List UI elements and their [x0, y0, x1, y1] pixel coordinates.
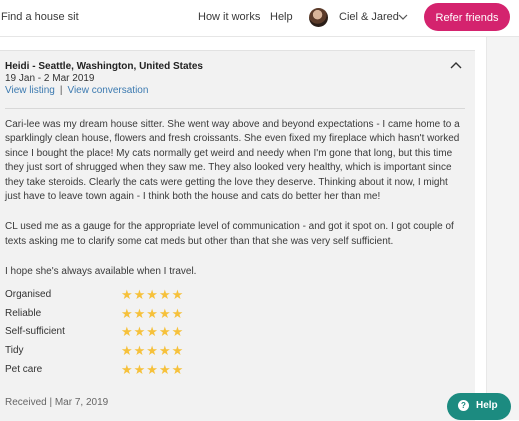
rating-row: Reliable ★★★★★ — [5, 306, 305, 325]
star-rating: ★★★★★ — [121, 324, 185, 340]
star-rating: ★★★★★ — [121, 287, 185, 302]
review-paragraph: CL used me as a gauge for the appropriat… — [5, 221, 454, 247]
rating-row: Self-sufficient ★★★★★ — [5, 324, 305, 343]
divider — [5, 108, 465, 109]
received-date: Received | Mar 7, 2019 — [5, 397, 109, 408]
review-body: Cari-lee was my dream house sitter. She … — [5, 118, 461, 280]
review-links: View listing | View conversation — [5, 85, 148, 96]
rating-label: Tidy — [5, 345, 24, 357]
right-gutter — [486, 37, 519, 420]
star-rating: ★★★★★ — [121, 343, 185, 359]
rating-label: Organised — [5, 289, 52, 300]
link-separator: | — [59, 85, 63, 96]
rating-row: Organised ★★★★★ — [5, 287, 305, 306]
refer-friends-button[interactable]: Refer friends — [424, 3, 510, 31]
star-rating: ★★★★★ — [121, 305, 185, 321]
rating-label: Pet care — [5, 363, 43, 375]
avatar[interactable] — [309, 8, 328, 27]
find-house-sit-link[interactable]: Find a house sit — [1, 11, 79, 23]
reviewer-name: Heidi - Seattle, Washington, United Stat… — [5, 61, 203, 72]
question-icon: ? — [458, 400, 469, 411]
help-link[interactable]: Help — [270, 11, 293, 23]
rating-row: Tidy ★★★★★ — [5, 343, 305, 362]
user-menu-name[interactable]: Ciel & Jared — [339, 11, 399, 23]
review-paragraph: I hope she's always available when I tra… — [5, 266, 197, 278]
rating-row: Pet care ★★★★★ — [5, 362, 305, 381]
rating-label: Reliable — [5, 307, 42, 319]
chevron-up-icon[interactable] — [450, 60, 462, 72]
review-paragraph: Cari-lee was my dream house sitter. She … — [5, 119, 460, 203]
help-button[interactable]: ? Help — [447, 393, 511, 420]
sit-dates: 19 Jan - 2 Mar 2019 — [5, 73, 95, 84]
view-listing-link[interactable]: View listing — [5, 85, 55, 96]
how-it-works-link[interactable]: How it works — [198, 11, 260, 23]
top-navigation: Find a house sit How it works Help Ciel … — [0, 0, 519, 37]
star-rating: ★★★★★ — [121, 361, 185, 377]
view-conversation-link[interactable]: View conversation — [67, 85, 148, 96]
review-card: Heidi - Seattle, Washington, United Stat… — [0, 50, 475, 421]
help-button-label: Help — [476, 400, 498, 411]
rating-label: Self-sufficient — [5, 326, 65, 338]
chevron-down-icon[interactable] — [398, 12, 408, 22]
ratings-list: Organised ★★★★★ Reliable ★★★★★ Self-suff… — [5, 287, 305, 380]
